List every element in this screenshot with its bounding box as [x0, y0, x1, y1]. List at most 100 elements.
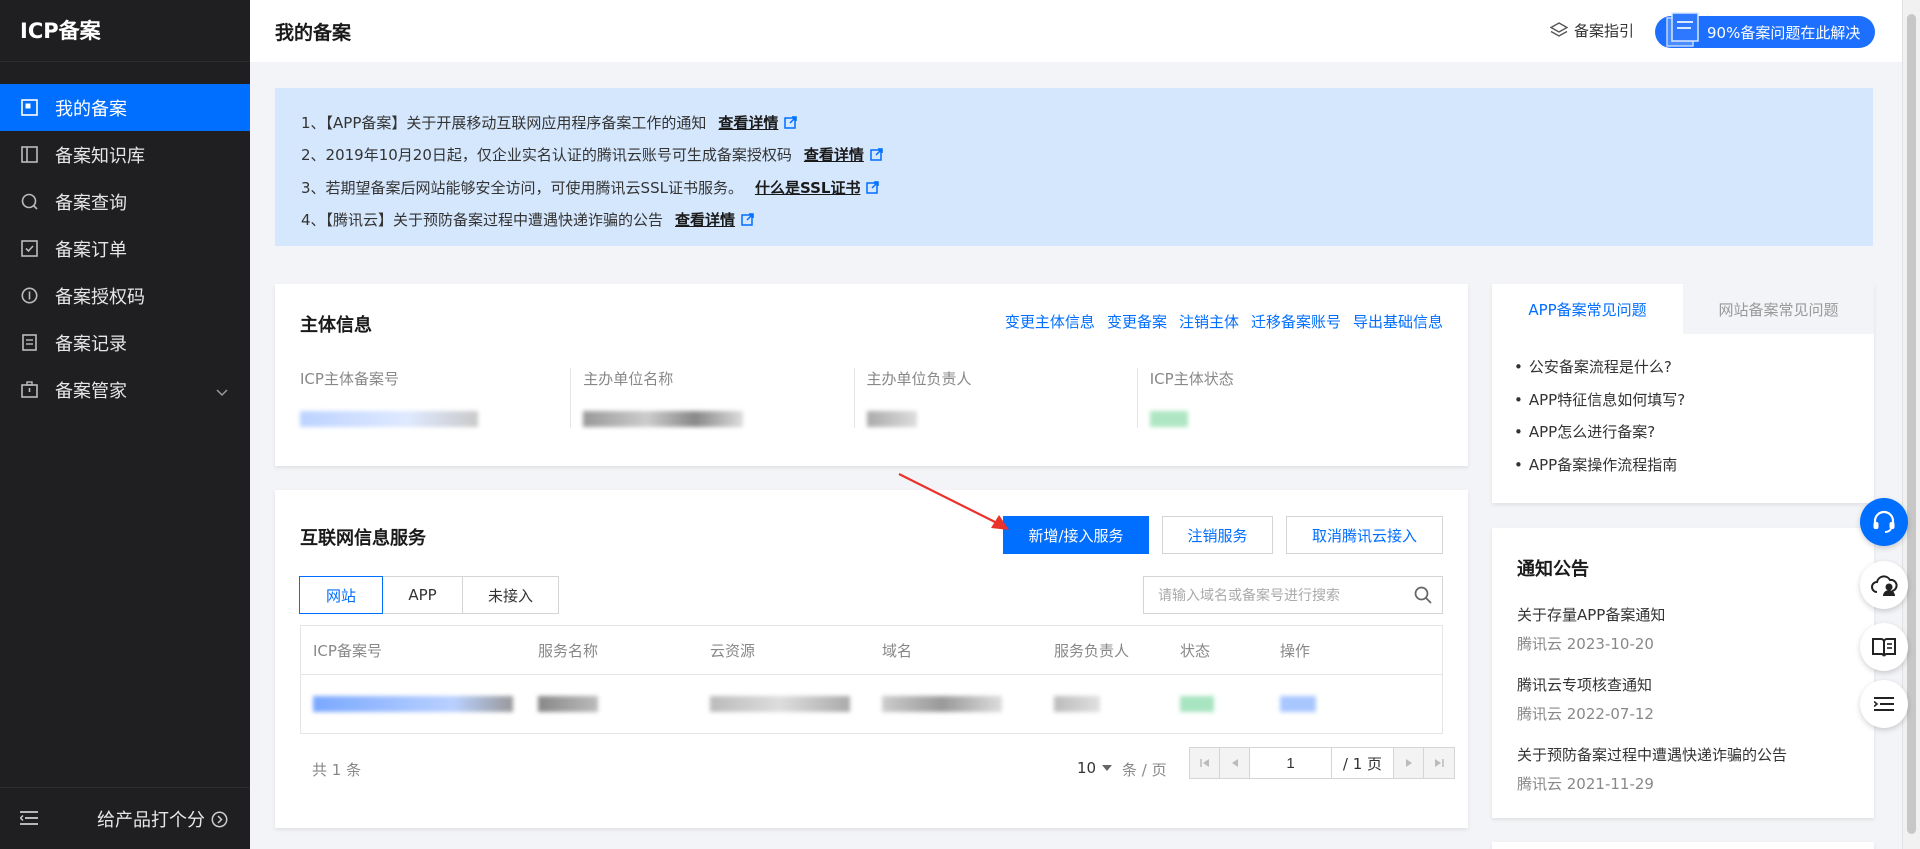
tab-website-faq[interactable]: 网站备案常见问题 [1683, 284, 1874, 334]
notice-line: 3、若期望备案后网站能够安全访问，可使用腾讯云SSL证书服务。 什么是SSL证书 [301, 171, 1873, 204]
headset-icon [1873, 510, 1895, 533]
notice-link[interactable]: 查看详情 [718, 112, 798, 133]
redacted-status [1168, 696, 1268, 712]
page-scrollbar[interactable] [1902, 0, 1920, 849]
sidebar-item-my-filings[interactable]: 我的备案 [0, 84, 250, 131]
briefcase-icon [20, 381, 38, 399]
column-header: 操作 [1280, 641, 1311, 660]
announcement-item[interactable]: 腾讯云专项核查通知 腾讯云 2022-07-12 [1517, 674, 1654, 724]
change-filing-link[interactable]: 变更备案 [1107, 311, 1167, 332]
open-book-icon [1872, 638, 1896, 657]
list-icon [1874, 697, 1894, 711]
redacted-cell [1042, 696, 1168, 712]
field-label: 主办单位负责人 [866, 370, 972, 388]
notice-line: 4、【腾讯云】关于预防备案过程中遭遇快递诈骗的公告 查看详情 [301, 204, 1873, 237]
sidebar-item-orders[interactable]: 备案订单 [0, 225, 250, 272]
change-subject-link[interactable]: 变更主体信息 [1005, 311, 1095, 332]
announcement-item[interactable]: 关于存量APP备案通知 腾讯云 2023-10-20 [1517, 604, 1665, 654]
rate-product-label: 给产品打个分 [97, 810, 205, 831]
notice-text: 1、【APP备案】关于开展移动互联网应用程序备案工作的通知 [301, 113, 707, 132]
faq-item[interactable]: 公安备案流程是什么? [1514, 356, 1685, 389]
table-row [301, 675, 1442, 733]
tab-app-faq[interactable]: APP备案常见问题 [1492, 284, 1683, 334]
subject-info-title: 主体信息 [300, 315, 372, 336]
rate-product-link[interactable]: 给产品打个分 [97, 806, 228, 832]
filing-guide-label: 备案指引 [1574, 22, 1635, 40]
next-page-button[interactable] [1394, 748, 1424, 778]
announcement-title: 关于预防备案过程中遭遇快递诈骗的公告 [1517, 746, 1788, 764]
redacted-cell [698, 696, 870, 712]
notice-link[interactable]: 查看详情 [675, 209, 754, 230]
table-header: ICP备案号 服务名称 云资源 域名 服务负责人 状态 操作 [301, 626, 1442, 675]
promo-label: 90%备案问题在此解决 [1707, 23, 1861, 42]
page-title: 我的备案 [275, 22, 352, 44]
service-search [1143, 576, 1443, 614]
service-search-input[interactable] [1156, 586, 1406, 604]
customer-service-button[interactable] [1860, 498, 1908, 546]
total-pages: / 1 页 [1332, 748, 1394, 778]
chevron-down-icon[interactable] [216, 381, 228, 402]
search-icon[interactable] [1414, 586, 1432, 604]
announcement-item[interactable]: 关于预防备案过程中遭遇快递诈骗的公告 腾讯云 2021-11-29 [1517, 744, 1787, 794]
sidebar-item-query[interactable]: 备案查询 [0, 178, 250, 225]
collapse-menu-icon[interactable] [19, 810, 38, 830]
sidebar-item-manager[interactable]: 备案管家 [0, 366, 250, 413]
page-size-unit: 条 / 页 [1122, 761, 1167, 779]
sidebar-item-knowledge-base[interactable]: 备案知识库 [0, 131, 250, 178]
faq-item[interactable]: APP怎么进行备案? [1514, 421, 1685, 454]
notice-link[interactable]: 什么是SSL证书 [755, 177, 880, 198]
page-size-select[interactable]: 10 [1077, 759, 1113, 777]
faq-item[interactable]: APP特征信息如何填写? [1514, 389, 1685, 422]
migrate-account-link[interactable]: 迁移备案账号 [1251, 311, 1341, 332]
notice-banner: 1、【APP备案】关于开展移动互联网应用程序备案工作的通知 查看详情 2、201… [275, 88, 1873, 246]
sidebar-item-label: 备案知识库 [55, 145, 145, 167]
sidebar-item-label: 备案管家 [55, 380, 127, 402]
next-page-icon [1405, 759, 1412, 767]
sidebar-item-records[interactable]: 备案记录 [0, 319, 250, 366]
external-link-icon [741, 213, 754, 226]
arrow-circle-icon [211, 811, 228, 827]
subject-field: ICP主体状态 [1136, 368, 1420, 428]
tab-not-connected[interactable]: 未接入 [462, 576, 559, 614]
announcements-panel: 通知公告 关于存量APP备案通知 腾讯云 2023-10-20 腾讯云专项核查通… [1492, 528, 1874, 818]
layers-icon [1550, 21, 1568, 37]
faq-item[interactable]: APP备案操作流程指南 [1514, 454, 1685, 487]
external-link-icon [866, 181, 880, 194]
sidebar-item-auth-code[interactable]: 备案授权码 [0, 272, 250, 319]
sidebar-item-label: 备案授权码 [55, 286, 145, 308]
cloud-support-button[interactable] [1860, 561, 1908, 609]
subject-field: ICP主体备案号 [300, 368, 570, 428]
redacted-action[interactable] [1268, 696, 1388, 712]
page-navigator: / 1 页 [1189, 747, 1455, 779]
export-info-link[interactable]: 导出基础信息 [1353, 311, 1443, 332]
subject-fields: ICP主体备案号 主办单位名称 主办单位负责人 ICP主体状态 [300, 368, 1420, 428]
list-menu-button[interactable] [1860, 680, 1908, 728]
redacted-value [866, 411, 917, 427]
page-number-input[interactable] [1250, 748, 1332, 778]
column-header: 服务负责人 [1054, 641, 1130, 660]
cancel-service-button[interactable]: 注销服务 [1162, 516, 1273, 554]
unlink-tencent-button[interactable]: 取消腾讯云接入 [1286, 516, 1443, 554]
faq-promo-button[interactable]: 90%备案问题在此解决 [1655, 12, 1875, 48]
notice-link-label: 什么是SSL证书 [754, 178, 861, 197]
tab-website[interactable]: 网站 [299, 576, 383, 614]
sidebar-item-label: 备案查询 [55, 192, 127, 214]
redacted-status [1149, 411, 1188, 427]
prev-page-button[interactable] [1220, 748, 1250, 778]
field-label: 主办单位名称 [583, 370, 674, 388]
cancel-subject-link[interactable]: 注销主体 [1179, 311, 1239, 332]
last-page-button[interactable] [1424, 748, 1454, 778]
sidebar-item-label: 我的备案 [55, 98, 127, 120]
next-panel-edge [1492, 842, 1874, 849]
tab-app[interactable]: APP [382, 576, 463, 614]
redacted-cell[interactable] [301, 696, 526, 712]
first-page-button[interactable] [1190, 748, 1220, 778]
column-header: 域名 [882, 641, 913, 660]
notice-text: 3、若期望备案后网站能够安全访问，可使用腾讯云SSL证书服务。 [301, 178, 743, 197]
filing-guide-link[interactable]: 备案指引 [1550, 20, 1634, 41]
scrollbar-thumb[interactable] [1907, 14, 1916, 834]
notice-link[interactable]: 查看详情 [804, 144, 883, 165]
docs-button[interactable] [1860, 623, 1908, 671]
add-service-button[interactable]: 新增/接入服务 [1003, 516, 1149, 554]
app-logo: ICP备案 [0, 0, 250, 62]
